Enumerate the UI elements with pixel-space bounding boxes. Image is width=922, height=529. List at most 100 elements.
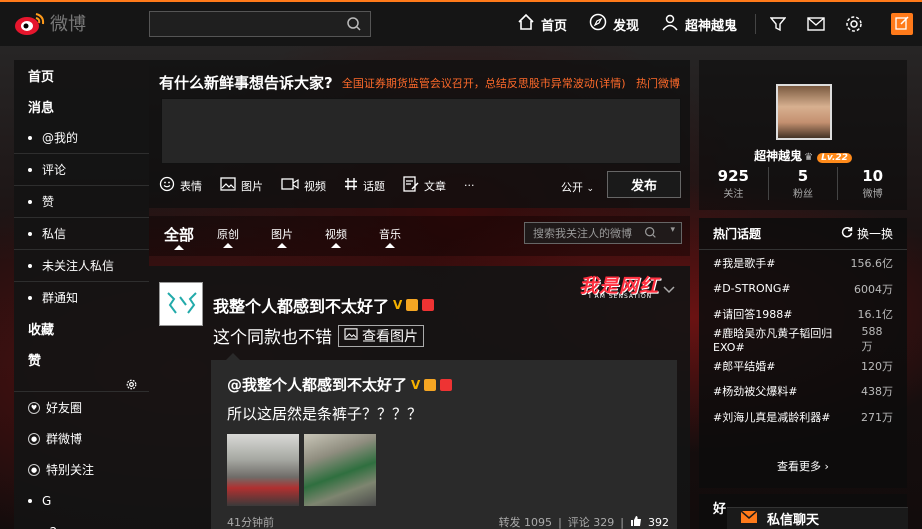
crown-icon [406,299,419,311]
tab-original[interactable]: 原创 [217,226,239,248]
sidebar-item-group-g[interactable]: G [14,485,149,516]
nav-home[interactable]: 首页 [517,13,567,35]
weibo-logo[interactable]: 微博 [14,10,86,36]
gear-icon[interactable] [126,375,137,394]
video-button[interactable]: 视频 [281,176,326,195]
hot-weibo-link[interactable]: 热门微博 [636,77,680,90]
hot-topic-row[interactable]: #我是歌手# 156.6亿 [699,250,907,276]
compose-button[interactable] [891,13,913,35]
article-button[interactable]: 文章 [403,176,446,195]
tab-label: 原创 [217,228,239,241]
hot-topic-row[interactable]: #鹿晗吴亦凡黄子韬回归EXO# 588万 [699,325,907,354]
sidebar-item-label: G [42,493,52,508]
stat-posts[interactable]: 10 微博 [837,167,907,200]
sidebar-item-special-follow[interactable]: ● 特别关注 [14,454,149,485]
group-icon: ● [28,432,40,445]
refresh-button[interactable]: 换一换 [841,225,893,242]
hot-topic-row[interactable]: #刘海儿真是减龄利器# 271万 [699,404,907,430]
post-stats: 转发 1095 | 评论 329 | 392 [499,514,669,529]
search-icon[interactable] [346,16,362,36]
sidebar-item-favorites[interactable]: 收藏 [14,313,149,344]
nav-discover[interactable]: 发现 [589,13,639,35]
sidebar-item-mentions[interactable]: @我的 [14,122,149,153]
hot-topic-row[interactable]: #郎平结婚# 120万 [699,353,907,379]
crown-icon [424,378,437,391]
profile-name[interactable]: 超神越鬼 ♛ Lv.22 [699,147,907,164]
sidebar-item-group-notice[interactable]: 群通知 [14,282,149,313]
sidebar-item-group-g2[interactable]: g2 [14,516,149,529]
topic-name[interactable]: #郎平结婚# [713,358,775,374]
hot-topic-row[interactable]: #杨劲被父爆料# 438万 [699,378,907,404]
repost-author[interactable]: @我整个人都感到不太好了 V [227,374,453,395]
sidebar-item-home[interactable]: 首页 [14,60,149,91]
composer-hot-news[interactable]: 全国证券期货监管会议召开，总结反思股市异常波动(详情) 热门微博 [342,75,680,91]
gear-icon[interactable] [844,14,864,34]
hot-topic-row[interactable]: #D-STRONG# 6004万 [699,276,907,302]
search-input[interactable] [150,12,340,36]
repost-author-name[interactable]: @我整个人都感到不太好了 [227,374,407,395]
avatar[interactable] [776,84,832,140]
see-more-link[interactable]: 查看更多 › [699,458,907,474]
repost-image-2[interactable] [304,434,376,506]
chevron-down-icon[interactable]: ▾ [670,225,675,235]
post-author[interactable]: 我整个人都感到不太好了 V [213,293,435,317]
more-dots: ··· [464,179,475,192]
topic-name[interactable]: #请回答1988# [713,306,792,322]
compass-icon [589,13,607,35]
sidebar-item-group-weibo[interactable]: ● 群微博 [14,423,149,454]
private-chat-bar[interactable]: 私信聊天 [727,507,908,529]
nav-profile[interactable]: 超神越鬼 [661,13,737,35]
search-icon[interactable] [644,226,657,242]
thumbs-up-icon[interactable] [630,515,642,529]
sidebar-item-label: 好友圈 [46,401,83,415]
post-body: 这个同款也不错 [213,328,332,348]
vip-icon [422,299,435,311]
author-name[interactable]: 我整个人都感到不太好了 [213,293,389,317]
tab-all[interactable]: 全部 [164,224,194,250]
sidebar-item-private-messages[interactable]: 私信 [14,218,149,249]
like-count[interactable]: 392 [648,516,669,529]
global-search[interactable] [149,11,371,37]
level-badge[interactable]: Lv.22 [817,153,852,163]
tab-videos[interactable]: 视频 [325,226,347,248]
hot-news-link[interactable]: 全国证券期货监管会议召开，总结反思股市异常波动(详情) [342,77,626,90]
post-text: 这个同款也不错 查看图片 [213,323,424,348]
profile-name-text[interactable]: 超神越鬼 [754,149,802,163]
more-tools-button[interactable]: ··· [464,176,475,195]
visibility-label: 公开 [561,181,583,194]
chevron-down-icon[interactable] [662,280,676,299]
sidebar-item-label: 特别关注 [46,463,95,477]
topic-button[interactable]: 话题 [344,176,385,195]
image-button[interactable]: 图片 [220,176,263,195]
topic-name[interactable]: #D-STRONG# [713,282,791,295]
hashtag-icon [344,177,358,194]
mail-icon[interactable] [806,14,826,34]
stat-followers[interactable]: 5 粉丝 [767,167,838,200]
avatar[interactable] [159,282,203,326]
topic-name[interactable]: #杨劲被父爆料# [713,383,797,399]
composer-textarea[interactable] [161,98,681,164]
sidebar-item-liked[interactable]: 赞 [14,344,149,375]
tab-images[interactable]: 图片 [271,226,293,248]
view-image-button[interactable]: 查看图片 [338,324,424,347]
sidebar-item-messages[interactable]: 消息 [14,91,149,122]
emoji-button[interactable]: 表情 [159,176,202,195]
hot-topic-row[interactable]: #请回答1988# 16.1亿 [699,301,907,327]
feed-search[interactable]: 搜索我关注人的微博 ▾ [524,222,682,244]
topic-name[interactable]: #鹿晗吴亦凡黄子韬回归EXO# [713,325,862,354]
sidebar-item-friends-circle[interactable]: ♥ 好友圈 [14,392,149,423]
publish-button[interactable]: 发布 [607,171,681,198]
tab-music[interactable]: 音乐 [379,226,401,248]
visibility-dropdown[interactable]: 公开 ⌄ [561,179,594,195]
repost-image-1[interactable] [227,434,299,506]
topic-name[interactable]: #刘海儿真是减龄利器# [713,409,830,425]
comment-count[interactable]: 评论 329 [568,514,615,529]
repost-count[interactable]: 转发 1095 [499,514,553,529]
sidebar-item-likes[interactable]: 赞 [14,186,149,217]
sidebar-item-comments[interactable]: 评论 [14,154,149,185]
topic-name[interactable]: #我是歌手# [713,255,775,271]
sidebar-item-stranger-messages[interactable]: 未关注人私信 [14,250,149,281]
stat-following[interactable]: 925 关注 [699,167,768,200]
filter-icon[interactable] [768,14,788,34]
post-timestamp[interactable]: 41分钟前 [227,514,274,529]
